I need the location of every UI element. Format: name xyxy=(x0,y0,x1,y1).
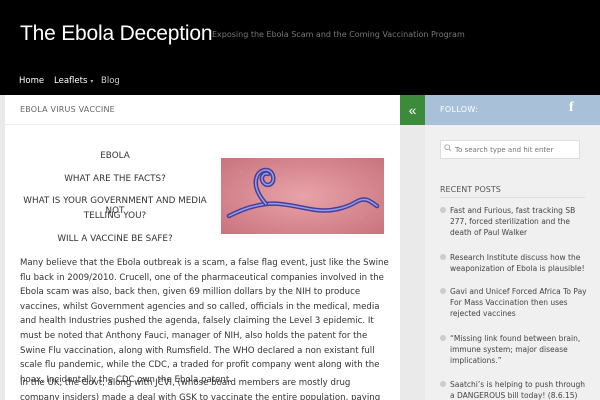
search-icon xyxy=(444,144,452,152)
nav-item-blog[interactable]: Blog xyxy=(101,76,120,86)
site-header: The Ebola Deception Exposing the Ebola S… xyxy=(0,0,600,70)
site-title[interactable]: The Ebola Deception xyxy=(20,22,213,46)
nav-item-label: Blog xyxy=(101,76,120,86)
recent-post-link[interactable]: Fast and Furious, fast tracking SB 277, … xyxy=(440,205,590,238)
recent-post-title: Research Institute discuss how the weapo… xyxy=(450,253,585,273)
recent-posts-title: RECENT POSTS xyxy=(440,185,501,194)
page-title: EBOLA VIRUS VACCINE xyxy=(20,105,115,114)
recent-post-link[interactable]: “Missing link found between brain, immun… xyxy=(440,333,590,366)
sidebar-toggle-button[interactable]: « xyxy=(400,95,425,125)
facebook-icon[interactable]: f xyxy=(569,100,574,116)
intro-line: EBOLA xyxy=(100,151,130,161)
search-box xyxy=(440,140,580,159)
bullet-icon xyxy=(440,207,446,213)
bullet-icon xyxy=(440,288,446,294)
nav-item-label: Leaflets xyxy=(54,76,88,86)
bullet-icon xyxy=(440,381,446,387)
intro-line: WILL A VACCINE BE SAFE? xyxy=(57,234,173,244)
nav-item-label: Home xyxy=(19,76,45,86)
recent-post-title: Gavi and Unicef Forced Africa To Pay For… xyxy=(450,287,587,318)
follow-label: FOLLOW: xyxy=(440,105,479,114)
recent-post-title: “Missing link found between brain, immun… xyxy=(450,334,581,365)
bullet-icon xyxy=(440,254,446,260)
recent-post-link[interactable]: Research Institute discuss how the weapo… xyxy=(440,252,590,274)
nav-item-leaflets[interactable]: Leaflets ▾ xyxy=(54,76,93,86)
intro-line: WHAT ARE THE FACTS? xyxy=(64,174,166,184)
article-paragraph: Many believe that the Ebola outbreak is … xyxy=(20,258,389,385)
intro-line: TELLING YOU? xyxy=(83,211,147,221)
recent-post-link[interactable]: Saatchi’s is helping to push through a D… xyxy=(440,379,590,400)
ebola-virus-image xyxy=(221,158,384,234)
chevron-down-icon: ▾ xyxy=(90,78,94,85)
site-tagline: Exposing the Ebola Scam and the Coming V… xyxy=(211,30,465,39)
recent-post-link[interactable]: Gavi and Unicef Forced Africa To Pay For… xyxy=(440,286,590,319)
article-paragraph: In the UK, the Govt, along with JCVI, (w… xyxy=(20,378,381,400)
double-chevron-left-icon: « xyxy=(408,102,417,118)
search-input[interactable] xyxy=(440,140,580,159)
sidebar: FOLLOW: f RECENT POSTS Fast and Furious,… xyxy=(425,95,600,400)
main-nav: Home Leaflets ▾ Blog xyxy=(0,70,600,95)
recent-post-title: Saatchi’s is helping to push through a D… xyxy=(450,380,586,400)
divider xyxy=(440,197,585,198)
nav-item-home[interactable]: Home xyxy=(19,76,44,86)
follow-bar: FOLLOW: f xyxy=(425,95,600,125)
bullet-icon xyxy=(440,335,446,341)
recent-post-title: Fast and Furious, fast tracking SB 277, … xyxy=(450,206,576,237)
page-heading-bar: EBOLA VIRUS VACCINE xyxy=(5,95,400,125)
